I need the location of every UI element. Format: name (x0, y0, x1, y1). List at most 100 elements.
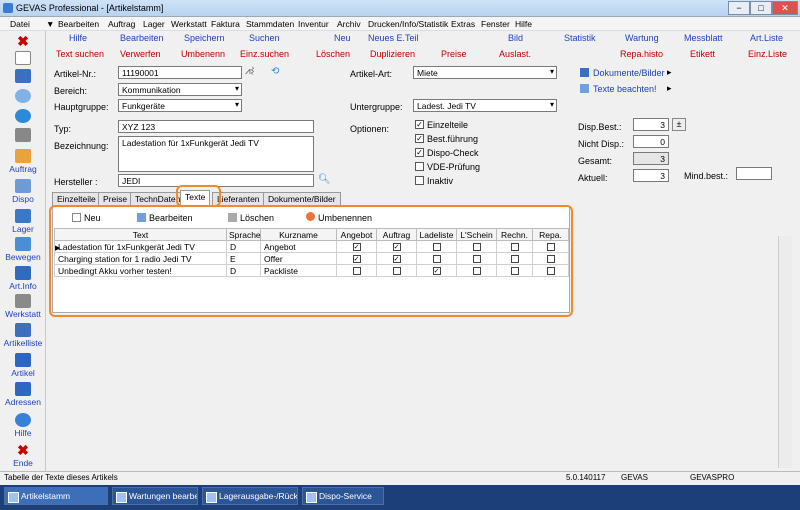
sidebar-ende[interactable]: ✖ Ende (0, 443, 46, 468)
task-wartungen[interactable]: Wartungen bearbeiten (112, 487, 198, 505)
col-auftrag[interactable]: Auftrag (376, 228, 417, 241)
cell-sprache[interactable]: E (226, 252, 261, 265)
task-artikelstamm[interactable]: Artikelstamm (4, 487, 108, 505)
tb-bild[interactable]: Bild (508, 33, 523, 43)
artikelart-select[interactable]: Miete (413, 66, 557, 79)
menu-hilfe[interactable]: Hilfe (515, 19, 532, 29)
dispbest-field[interactable]: 3 (633, 118, 669, 131)
nichtdisp-field[interactable]: 0 (633, 135, 669, 148)
repa-checkbox[interactable] (546, 267, 555, 276)
sidebar-lager[interactable]: Lager (0, 209, 46, 234)
auftrag-checkbox[interactable]: ✓ (392, 243, 401, 252)
angebot-checkbox[interactable] (352, 267, 361, 276)
tb-duplizieren[interactable]: Duplizieren (370, 49, 415, 59)
table-row[interactable]: Unbedingt Akku vorher testen! D Packlist… (54, 264, 569, 277)
tb-neues-eteil[interactable]: Neues E.Teil (368, 33, 419, 43)
col-rechn[interactable]: Rechn. (496, 228, 533, 241)
einzelteile-checkbox[interactable]: ✓ (415, 120, 424, 129)
save-icon[interactable] (0, 69, 46, 84)
sidebar-artikelliste[interactable]: Artikelliste (0, 323, 46, 348)
cell-sprache[interactable]: D (226, 264, 261, 277)
search-icon[interactable] (0, 89, 46, 104)
texte-beachten-link[interactable]: Texte beachten! (593, 84, 657, 94)
cell-text[interactable]: Ladestation für 1xFunkgerät Jedi TV (54, 240, 227, 253)
menu-stammdaten[interactable]: Stammdaten (246, 19, 294, 29)
refresh-icon[interactable] (0, 109, 46, 124)
hauptgruppe-select[interactable]: Funkgeräte (118, 99, 242, 112)
mindbest-field[interactable] (736, 167, 772, 180)
lschein-checkbox[interactable] (472, 267, 481, 276)
inaktiv-checkbox[interactable] (415, 176, 424, 185)
cell-sprache[interactable]: D (226, 240, 261, 253)
text-bearbeiten-button[interactable]: Bearbeiten (149, 213, 193, 223)
angebot-checkbox[interactable]: ✓ (352, 243, 361, 252)
menu-drucken[interactable]: Drucken/Info/Statistik (368, 19, 448, 29)
col-sprache[interactable]: Sprache (226, 228, 261, 241)
tab-preise[interactable]: Preise (98, 192, 133, 206)
cell-text[interactable]: Charging station for 1 radio Jedi TV (54, 252, 227, 265)
cell-kurzname[interactable]: Angebot (260, 240, 337, 253)
col-text[interactable]: Text (54, 228, 227, 241)
sidebar-bewegen[interactable]: Bewegen (0, 237, 46, 262)
sidebar-werkstatt[interactable]: Werkstatt (0, 294, 46, 319)
tb-wartung[interactable]: Wartung (625, 33, 659, 43)
print-icon[interactable] (0, 128, 46, 143)
tb-messblatt[interactable]: Messblatt (684, 33, 723, 43)
bestfuehrung-checkbox[interactable]: ✓ (415, 134, 424, 143)
auftrag-checkbox[interactable]: ✓ (392, 255, 401, 264)
vde-checkbox[interactable] (415, 162, 424, 171)
ladeliste-checkbox[interactable] (432, 243, 441, 252)
sidebar-hilfe[interactable]: Hilfe (0, 413, 46, 438)
texte-dropdown-icon[interactable]: ▸ (667, 83, 672, 94)
tb-speichern[interactable]: Speichern (184, 33, 225, 43)
menu-extras[interactable]: Extras (451, 19, 475, 29)
col-angebot[interactable]: Angebot (336, 228, 377, 241)
menu-inventur[interactable]: Inventur (298, 19, 329, 29)
tb-verwerfen[interactable]: Verwerfen (120, 49, 161, 59)
plusminus-button[interactable]: ± (672, 118, 686, 131)
table-row[interactable]: Ladestation für 1xFunkgerät Jedi TV D An… (54, 240, 569, 253)
table-row[interactable]: Charging station for 1 radio Jedi TV E O… (54, 252, 569, 265)
auftrag-checkbox[interactable] (392, 267, 401, 276)
rechn-checkbox[interactable] (510, 243, 519, 252)
close-x-icon[interactable]: ✖ (0, 33, 46, 50)
menu-werkstatt[interactable]: Werkstatt (171, 19, 207, 29)
sidebar-artinfo[interactable]: Art.Info (0, 266, 46, 291)
dokumente-dropdown-icon[interactable]: ▸ (667, 67, 672, 78)
artikelnr-field[interactable]: 11190001 (118, 66, 242, 79)
tb-umbenenn[interactable]: Umbenenn (181, 49, 225, 59)
tb-repahisto[interactable]: Repa.histo (620, 49, 663, 59)
text-loeschen-button[interactable]: Löschen (240, 213, 274, 223)
menu-datei[interactable]: Datei (10, 19, 30, 29)
tb-loeschen[interactable]: Löschen (316, 49, 350, 59)
untergruppe-select[interactable]: Ladest. Jedi TV (413, 99, 557, 112)
sidebar-auftrag[interactable]: Auftrag (0, 149, 46, 174)
tb-auslast[interactable]: Auslast. (499, 49, 531, 59)
typ-field[interactable]: XYZ 123 (118, 120, 314, 133)
ladeliste-checkbox[interactable]: ✓ (432, 267, 441, 276)
menu-bearbeiten[interactable]: Bearbeiten (58, 19, 99, 29)
tb-preise[interactable]: Preise (441, 49, 467, 59)
close-button[interactable]: ✕ (772, 1, 798, 15)
repa-checkbox[interactable] (546, 255, 555, 264)
repa-checkbox[interactable] (546, 243, 555, 252)
sidebar-dispo[interactable]: Dispo (0, 179, 46, 204)
col-repa[interactable]: Repa. (532, 228, 569, 241)
ladeliste-checkbox[interactable] (432, 255, 441, 264)
tab-einzelteile[interactable]: Einzelteile (52, 192, 101, 206)
col-kurzname[interactable]: Kurzname (260, 228, 337, 241)
col-ladeliste[interactable]: Ladeliste (416, 228, 457, 241)
angebot-checkbox[interactable]: ✓ (352, 255, 361, 264)
lschein-checkbox[interactable] (472, 255, 481, 264)
tb-hilfe[interactable]: Hilfe (69, 33, 87, 43)
blank-doc-icon[interactable] (0, 51, 46, 66)
task-dispo-service[interactable]: Dispo-Service (302, 487, 384, 505)
sidebar-adressen[interactable]: Adressen (0, 382, 46, 407)
tb-statistik[interactable]: Statistik (564, 33, 596, 43)
tab-dokumente[interactable]: Dokumente/Bilder (263, 192, 341, 206)
rechn-checkbox[interactable] (510, 255, 519, 264)
menu-arrow[interactable]: ▼ (46, 19, 54, 29)
bereich-select[interactable]: Kommunikation (118, 83, 242, 96)
col-lschein[interactable]: L'Schein (456, 228, 497, 241)
menu-fenster[interactable]: Fenster (481, 19, 510, 29)
